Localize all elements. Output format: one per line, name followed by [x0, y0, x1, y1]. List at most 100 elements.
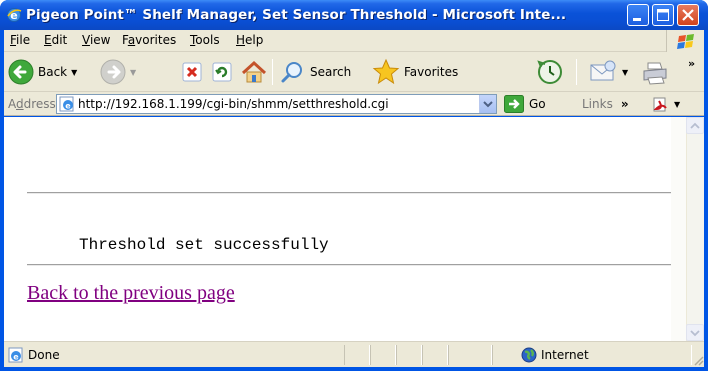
forward-arrow-icon: [100, 59, 126, 85]
page-icon: e: [59, 96, 74, 112]
address-label: Address: [8, 97, 56, 111]
forward-dropdown-icon[interactable]: ▼: [130, 68, 136, 77]
horizontal-rule-bottom: [27, 264, 673, 266]
links-toolbar[interactable]: Links »: [582, 97, 629, 111]
stop-button[interactable]: [180, 57, 204, 87]
favorites-label: Favorites: [404, 65, 459, 79]
mail-button[interactable]: ▼: [588, 57, 628, 87]
status-pane-2: [370, 345, 396, 365]
back-arrow-icon: [8, 59, 34, 85]
window-frame-bottom: [0, 367, 708, 371]
address-label-prefix: A: [8, 97, 16, 111]
windows-flag-icon: [677, 34, 694, 49]
close-button[interactable]: [677, 4, 699, 26]
maximize-icon: [657, 9, 669, 21]
svg-text:e: e: [13, 353, 19, 362]
printer-icon: [643, 62, 667, 85]
acrobat-button[interactable]: ▼: [652, 95, 680, 113]
scrollbar-track[interactable]: [686, 117, 704, 341]
globe-icon: [521, 347, 537, 363]
page-done-icon: e: [8, 347, 23, 363]
links-label: Links: [582, 97, 613, 111]
menu-help[interactable]: Help: [236, 33, 263, 47]
menu-favorites[interactable]: Favorites: [122, 33, 176, 47]
menu-edit[interactable]: Edit: [44, 33, 67, 47]
status-bar: e Done Internet: [4, 341, 704, 367]
status-pane-4: [422, 345, 448, 365]
window-title: Pigeon Point™ Shelf Manager, Set Sensor …: [26, 7, 567, 23]
status-pane-5: [448, 345, 492, 365]
history-button[interactable]: [536, 57, 564, 87]
close-icon: [682, 9, 694, 21]
chevron-up-icon: [690, 122, 700, 129]
window-frame-right: [704, 30, 708, 367]
stop-icon: [182, 62, 202, 82]
back-label: Back: [38, 65, 68, 79]
search-button[interactable]: Search: [280, 57, 351, 87]
scroll-up-button[interactable]: [686, 117, 704, 134]
history-icon: [537, 60, 562, 84]
chevron-down-icon: [483, 101, 493, 108]
windows-logo: [666, 30, 704, 52]
maximize-button[interactable]: [652, 4, 674, 26]
menu-view-mnemonic: V: [82, 33, 90, 47]
toolbar: Back ▼ ▼ Search Favorites ▼ »: [4, 52, 704, 92]
result-message: Threshold set successfully: [79, 236, 329, 254]
address-dropdown-button[interactable]: [479, 95, 496, 113]
toolbar-separator-2: [576, 59, 577, 85]
menu-tools[interactable]: Tools: [190, 33, 220, 47]
search-icon: [281, 62, 302, 83]
menu-file[interactable]: File: [10, 33, 30, 47]
mail-icon: [590, 60, 616, 81]
title-bar[interactable]: e Pigeon Point™ Shelf Manager, Set Senso…: [0, 0, 708, 30]
menu-bar: File Edit View Favorites Tools Help: [4, 30, 704, 52]
address-input[interactable]: e http://192.168.1.199/cgi-bin/shmm/sett…: [56, 94, 497, 114]
menu-tools-label: ools: [195, 33, 220, 47]
back-to-previous-link[interactable]: Back to the previous page: [27, 282, 235, 305]
resize-grip-icon[interactable]: [692, 354, 704, 366]
address-label-mnemonic: d: [16, 97, 24, 111]
toolbar-overflow-button[interactable]: »: [688, 56, 695, 70]
ie-icon: e: [7, 8, 22, 22]
security-zone-text: Internet: [541, 348, 589, 362]
menu-edit-mnemonic: E: [44, 33, 52, 47]
home-button[interactable]: [240, 57, 268, 87]
status-pane-1: [344, 345, 370, 365]
menu-help-label: elp: [245, 33, 264, 47]
go-label: Go: [529, 97, 546, 111]
refresh-icon: [212, 62, 232, 82]
favorites-star-icon: [372, 58, 400, 85]
address-url: http://192.168.1.199/cgi-bin/shmm/setthr…: [78, 97, 389, 111]
acrobat-icon: [653, 97, 667, 112]
minimize-button[interactable]: [627, 4, 649, 26]
go-button[interactable]: Go: [504, 95, 546, 113]
links-overflow-icon: »: [620, 97, 629, 111]
forward-button[interactable]: ▼: [100, 57, 136, 87]
menu-favorites-label: vorites: [135, 33, 177, 47]
svg-text:e: e: [65, 102, 71, 111]
chevron-down-icon: [690, 330, 700, 337]
acrobat-dropdown-icon: ▼: [674, 99, 681, 109]
scroll-down-button[interactable]: [686, 324, 704, 341]
refresh-button[interactable]: [210, 57, 234, 87]
address-label-rest: dress: [23, 97, 56, 111]
favorites-button[interactable]: Favorites: [372, 57, 458, 87]
back-dropdown-icon[interactable]: ▼: [71, 68, 77, 77]
menu-help-mnemonic: H: [236, 33, 246, 47]
status-pane-3: [396, 345, 422, 365]
search-label: Search: [310, 65, 352, 79]
print-button[interactable]: [640, 57, 670, 87]
menu-view[interactable]: View: [82, 33, 110, 47]
go-arrow-icon: [504, 95, 524, 113]
menu-view-label: iew: [89, 33, 111, 47]
menu-edit-label: dit: [51, 33, 68, 47]
vertical-scrollbar[interactable]: [671, 117, 704, 341]
toolbar-separator: [272, 59, 273, 85]
menu-file-label: ile: [16, 33, 31, 47]
home-icon: [241, 60, 267, 83]
mail-dropdown-icon[interactable]: ▼: [622, 68, 628, 77]
window-frame-left: [0, 30, 4, 367]
status-text: Done: [28, 348, 60, 362]
back-button[interactable]: Back ▼: [8, 57, 77, 87]
horizontal-rule-top: [27, 192, 673, 194]
